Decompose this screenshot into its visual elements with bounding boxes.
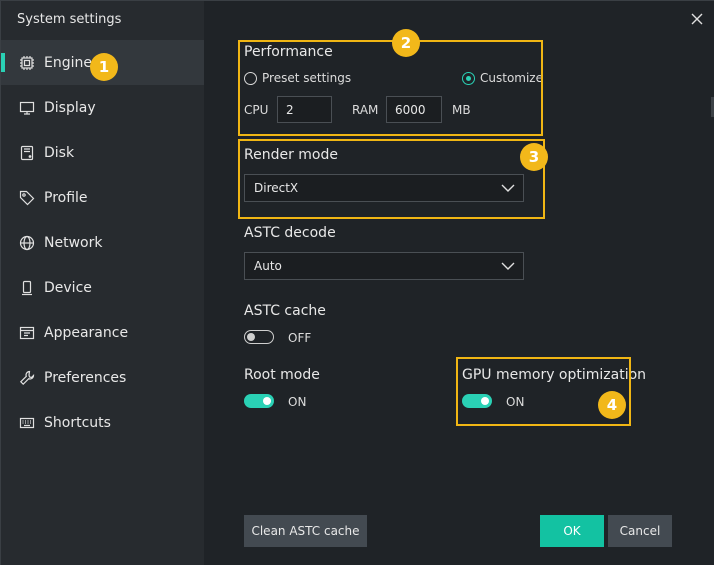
sidebar-nav: Engine Display Disk Profile Network Devi… [1,40,204,445]
appearance-icon [19,325,35,341]
ram-label: RAM [352,103,379,117]
performance-title: Performance [244,44,333,60]
astc-cache-toggle[interactable] [244,330,274,344]
sidebar-item-label: Network [44,234,103,251]
render-mode-title: Render mode [244,147,338,163]
sidebar-item-label: Profile [44,189,88,206]
sidebar-item-label: Engine [44,54,92,71]
preset-settings-label: Preset settings [262,71,352,85]
close-icon[interactable] [689,11,705,27]
sidebar-item-display[interactable]: Display [1,85,204,130]
radio-indicator [244,71,257,85]
step-badge-2: 2 [392,29,420,57]
gpu-memory-title: GPU memory optimization [462,367,647,383]
gpu-memory-toggle[interactable] [462,394,492,408]
phone-icon [19,280,35,296]
disk-icon [19,145,35,161]
sidebar-item-preferences[interactable]: Preferences [1,355,204,400]
sidebar-item-label: Device [44,279,92,296]
astc-cache-state: OFF [288,331,312,345]
ok-button[interactable]: OK [540,515,604,547]
sidebar-item-label: Appearance [44,324,129,341]
step-badge-1: 1 [90,53,118,81]
render-mode-select[interactable]: DirectX [244,174,524,202]
tag-icon [19,190,35,206]
sidebar: System settings Engine Display Disk Prof… [1,1,204,565]
step-badge-4: 4 [598,391,626,419]
ram-unit: MB [452,103,471,117]
gpu-memory-state: ON [506,395,525,409]
sidebar-item-network[interactable]: Network [1,220,204,265]
sidebar-item-appearance[interactable]: Appearance [1,310,204,355]
root-mode-title: Root mode [244,367,320,383]
render-mode-value: DirectX [254,181,299,195]
root-mode-state: ON [288,395,307,409]
sidebar-item-profile[interactable]: Profile [1,175,204,220]
sidebar-item-device[interactable]: Device [1,265,204,310]
cpu-label: CPU [244,103,269,117]
astc-decode-title: ASTC decode [244,225,336,241]
sidebar-item-disk[interactable]: Disk [1,130,204,175]
root-mode-toggle[interactable] [244,394,274,408]
step-badge-3: 3 [520,143,548,171]
preset-settings-radio[interactable]: Preset settings [244,71,351,85]
cpu-input[interactable]: 2 [277,96,332,123]
wrench-icon [19,370,35,386]
radio-indicator [462,71,475,85]
keyboard-icon [19,415,35,431]
chevron-down-icon [501,182,515,194]
astc-decode-select[interactable]: Auto [244,252,524,280]
sidebar-item-label: Preferences [44,369,127,386]
sidebar-item-label: Shortcuts [44,414,111,431]
sidebar-item-label: Disk [44,144,75,161]
sidebar-item-label: Display [44,99,96,116]
cancel-button[interactable]: Cancel [608,515,672,547]
clean-astc-cache-button[interactable]: Clean ASTC cache [244,515,367,547]
astc-cache-title: ASTC cache [244,303,326,319]
customize-label: Customize [480,71,543,85]
customize-radio[interactable]: Customize [462,71,543,85]
ram-input[interactable]: 6000 [386,96,442,123]
sidebar-item-shortcuts[interactable]: Shortcuts [1,400,204,445]
astc-decode-value: Auto [254,259,282,273]
window-title: System settings [17,12,122,27]
settings-content: Performance Preset settings Customize CP… [204,1,714,565]
settings-window: System settings Engine Display Disk Prof… [0,0,714,565]
chevron-down-icon [501,260,515,272]
cpu-icon [19,55,35,71]
monitor-icon [19,100,35,116]
globe-icon [19,235,35,251]
